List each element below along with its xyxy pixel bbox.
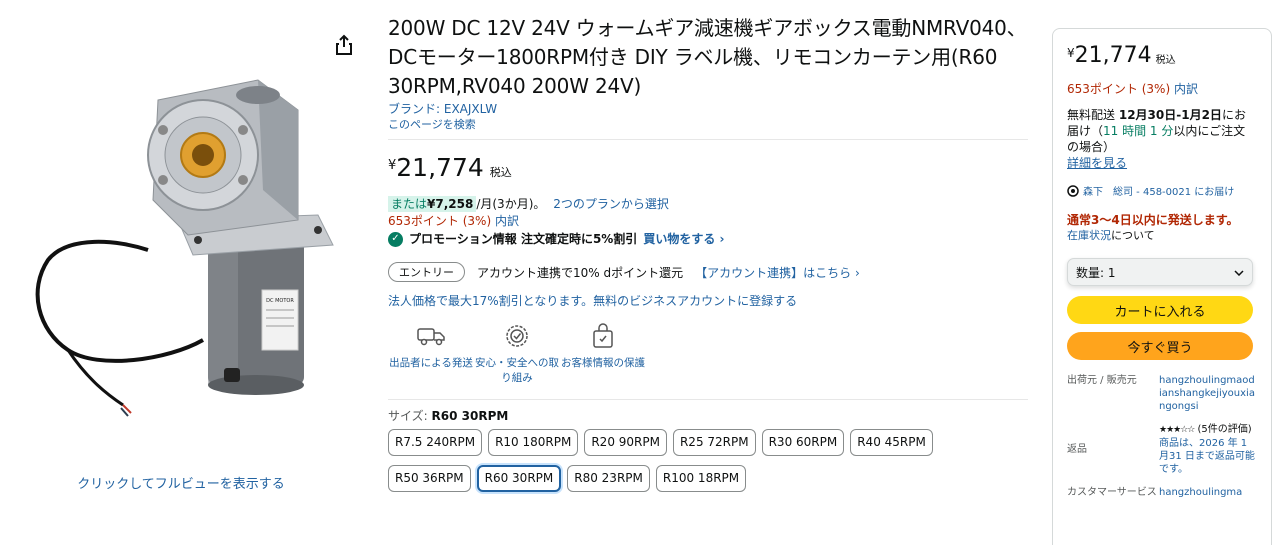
- buy-box: ¥ 21,774 税込 653ポイント (3%) 内訳 無料配送 12月30日-…: [1052, 28, 1272, 545]
- installment-plans-link[interactable]: 2つのプランから選択: [553, 197, 669, 211]
- buybox-price-value: 21,774: [1074, 43, 1152, 68]
- return-info: ★★★☆☆ (5件の評価) 商品は、2026 年 1 月31 日まで返品可能です…: [1159, 423, 1255, 476]
- seller-table: 出荷元 / 販売元 hangzhoulingmaodianshangkejiyo…: [1067, 374, 1257, 499]
- trust-item-safety[interactable]: 安心・安全への取り組み: [474, 318, 560, 386]
- entry-row: エントリー アカウント連携で10% dポイント還元 【アカウント連携】はこちら …: [388, 262, 1028, 282]
- share-icon[interactable]: [334, 34, 354, 56]
- product-info: 200W DC 12V 24V ウォームギア減速機ギアボックス電動NMRV040…: [388, 0, 1028, 545]
- delivery-location-link[interactable]: 森下 総司 - 458-0021 にお届け: [1067, 183, 1257, 198]
- installment-prefix: または: [391, 197, 428, 211]
- trust-item-shipping[interactable]: 出品者による発送: [388, 318, 474, 386]
- installment-highlight: または¥7,258: [388, 196, 477, 212]
- motor-label-text: DC MOTOR: [266, 298, 294, 304]
- rating-count: (5件の評価): [1197, 424, 1252, 435]
- points-row: 653ポイント (3%) 内訳: [388, 213, 1028, 230]
- size-label: サイズ: R60 30RPM: [388, 408, 1028, 424]
- entry-text: アカウント連携で10% dポイント還元: [477, 265, 684, 280]
- trust-label: 安心・安全への取り組み: [475, 357, 559, 384]
- location-pin-icon: [1067, 184, 1079, 197]
- quantity-value: 数量: 1: [1076, 265, 1116, 280]
- product-title: 200W DC 12V 24V ウォームギア減速機ギアボックス電動NMRV040…: [388, 16, 1027, 98]
- installment-amount: ¥7,258: [427, 197, 474, 211]
- size-option[interactable]: R7.5 240RPM: [388, 429, 483, 456]
- image-gallery: DC MOTOR クリックしてフルビューを表示する: [0, 0, 370, 545]
- price-block: ¥ 21,774 税込: [388, 154, 1028, 182]
- customer-service-link[interactable]: hangzhoulingma: [1159, 486, 1255, 499]
- full-view-link[interactable]: クリックしてフルビューを表示する: [0, 473, 362, 492]
- add-to-cart-button[interactable]: カートに入れる: [1067, 296, 1253, 324]
- stock-suffix: について: [1111, 229, 1155, 242]
- delivery-countdown: 11 時間 1 分: [1103, 124, 1174, 138]
- return-policy-link[interactable]: 商品は、2026 年 1 月31 日まで返品可能です。: [1159, 438, 1255, 475]
- buy-now-button[interactable]: 今すぐ買う: [1067, 332, 1253, 360]
- size-option[interactable]: R30 60RPM: [761, 429, 845, 456]
- price-symbol: ¥: [388, 158, 397, 173]
- trust-item-privacy[interactable]: お客様情報の保護: [560, 318, 646, 386]
- tax-label: 税込: [489, 166, 512, 179]
- buybox-points-breakdown-link[interactable]: 内訳: [1174, 82, 1198, 96]
- trust-label: 出品者による発送: [389, 357, 473, 369]
- return-row: 返品 ★★★☆☆ (5件の評価) 商品は、2026 年 1 月31 日まで返品可…: [1067, 423, 1257, 476]
- return-key: 返品: [1067, 444, 1087, 455]
- buybox-price-symbol: ¥: [1067, 46, 1075, 60]
- seller-row: 出荷元 / 販売元 hangzhoulingmaodianshangkejiyo…: [1067, 374, 1257, 413]
- size-option[interactable]: R10 180RPM: [488, 429, 579, 456]
- size-option[interactable]: R25 72RPM: [672, 429, 756, 456]
- size-selected-value: R60 30RPM: [431, 409, 509, 423]
- promotion-row: ✓ プロモーション情報 注文確定時に5%割引 買い物をする ›: [388, 230, 1028, 248]
- delivery-details-link[interactable]: 詳細を見る: [1067, 156, 1127, 170]
- promotion-label: プロモーション情報 注文確定時に5%割引: [409, 232, 638, 246]
- promotion-shop-label: 買い物をする: [643, 232, 716, 246]
- chevron-down-icon: [1234, 265, 1244, 279]
- trust-badges: 出品者による発送 安心・安全への取り組み お客様情報の保護: [388, 318, 1028, 386]
- size-option[interactable]: R50 36RPM: [388, 465, 471, 492]
- buybox-tax-label: 税込: [1155, 55, 1176, 66]
- customer-service-row: カスタマーサービス hangzhoulingma: [1067, 486, 1257, 499]
- delivery-location-text: 森下 総司 - 458-0021 にお届け: [1083, 187, 1235, 198]
- account-link[interactable]: 【アカウント連携】はこちら ›: [695, 264, 860, 281]
- secure-bag-icon: [585, 318, 621, 354]
- seller-key: 出荷元 / 販売元: [1067, 375, 1137, 386]
- delivery-dates: 12月30日-1月2日: [1118, 108, 1222, 122]
- customer-service-key: カスタマーサービス: [1067, 487, 1157, 498]
- check-circle-icon: ✓: [388, 231, 403, 247]
- quantity-select[interactable]: 数量: 1: [1067, 258, 1253, 286]
- trust-label: お客様情報の保護: [561, 357, 645, 369]
- delivery-prefix: 無料配送: [1067, 108, 1116, 122]
- divider: [388, 139, 1028, 140]
- rating-stars: ★★★☆☆: [1159, 425, 1195, 435]
- delivery-info: 無料配送 12月30日-1月2日にお届け（11 時間 1 分以内にご注文の場合）…: [1067, 107, 1257, 171]
- price-value: 21,774: [396, 153, 484, 182]
- stock-info: 在庫状況について: [1067, 228, 1257, 244]
- installment-suffix: /月(3か月)。: [476, 197, 546, 211]
- installment-row: または¥7,258/月(3か月)。 2つのプランから選択: [388, 195, 1028, 213]
- account-link-label: 【アカウント連携】はこちら: [695, 265, 852, 280]
- size-label-prefix: サイズ:: [388, 409, 428, 423]
- promotion-shop-link[interactable]: 買い物をする ›: [643, 230, 724, 248]
- business-account-link[interactable]: 法人価格で最大17%割引となります。無料のビジネスアカウントに登録する: [388, 293, 1028, 310]
- safety-badge-icon: [499, 318, 535, 354]
- gear-motor-image[interactable]: DC MOTOR: [28, 50, 338, 420]
- buybox-points-value: 653ポイント (3%): [1067, 82, 1171, 96]
- search-page-link[interactable]: このページを検索: [388, 117, 1028, 132]
- size-option[interactable]: R80 23RPM: [567, 465, 650, 492]
- seller-link[interactable]: hangzhoulingmaodianshangkejiyouxiangongs…: [1159, 374, 1255, 413]
- size-option[interactable]: R100 18RPM: [655, 465, 747, 492]
- points-value: 653ポイント (3%): [388, 214, 492, 228]
- stock-link[interactable]: 在庫状況: [1067, 229, 1111, 242]
- size-options: R7.5 240RPM R10 180RPM R20 90RPM R25 72R…: [388, 429, 988, 501]
- ship-notice: 通常3～4日以内に発送します。: [1067, 213, 1239, 227]
- brand-link[interactable]: ブランド: EXAJXLW: [388, 101, 1028, 117]
- buybox-points: 653ポイント (3%) 内訳: [1067, 80, 1257, 97]
- size-option[interactable]: R20 90RPM: [584, 429, 667, 456]
- buybox-price: ¥ 21,774 税込: [1067, 43, 1257, 69]
- delivery-truck-icon: [413, 318, 449, 354]
- size-option-selected[interactable]: R60 30RPM: [476, 465, 562, 492]
- divider: [388, 399, 1028, 400]
- points-breakdown-link[interactable]: 内訳: [495, 214, 519, 228]
- entry-button[interactable]: エントリー: [388, 262, 465, 282]
- size-option[interactable]: R40 45RPM: [850, 429, 933, 456]
